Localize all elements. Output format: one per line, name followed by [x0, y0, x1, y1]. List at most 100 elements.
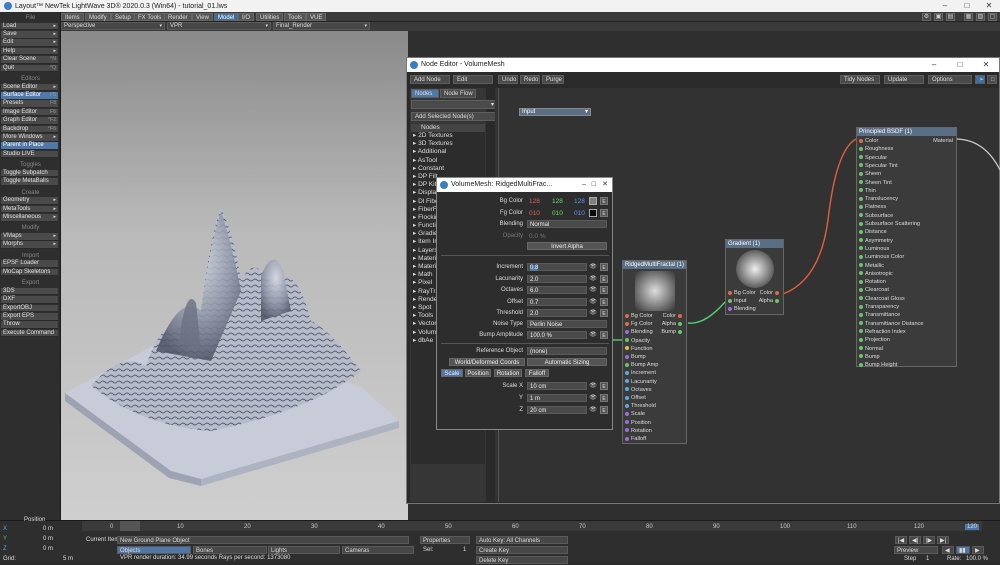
envelope-icon[interactable]: E: [600, 406, 608, 414]
eye-icon[interactable]: 👁: [589, 275, 597, 283]
envelope-icon[interactable]: E: [600, 394, 608, 402]
minimize-icon[interactable]: –: [582, 178, 586, 192]
bump-amplitude-field[interactable]: 100.0 %: [527, 331, 587, 339]
last-frame-icon[interactable]: ▶|: [937, 536, 949, 544]
node-port[interactable]: Metallic: [859, 263, 884, 269]
node-port[interactable]: Translucency: [859, 196, 898, 202]
node-port[interactable]: Increment: [625, 370, 656, 376]
scale-x-field[interactable]: 10 cm: [527, 382, 587, 390]
node-port[interactable]: Color: [663, 313, 684, 319]
node-port[interactable]: Rotation: [859, 279, 886, 285]
node-port[interactable]: Bump: [661, 329, 684, 335]
z-value[interactable]: 0 m: [43, 546, 53, 552]
node-port[interactable]: Scale: [625, 411, 645, 417]
automatic-sizing-button[interactable]: Automatic Sizing: [527, 358, 607, 366]
node-port[interactable]: Threshold: [625, 403, 656, 409]
node-port[interactable]: Refraction Index: [859, 329, 906, 335]
ridged-multifractal-node[interactable]: RidgedMultiFractal (1) Bg Color Fg Color B…: [622, 260, 687, 444]
increment-field[interactable]: 0.8: [527, 263, 587, 271]
y-value[interactable]: 0 m: [43, 536, 53, 542]
current-item-select[interactable]: New Ground Plane Object: [117, 536, 409, 544]
envelope-icon[interactable]: E: [600, 382, 608, 390]
node-port[interactable]: Opacity: [625, 338, 650, 344]
lights-button[interactable]: Lights: [268, 546, 340, 554]
node-port[interactable]: Asymmetry: [859, 238, 893, 244]
node-port[interactable]: Specular: [859, 155, 887, 161]
cameras-button[interactable]: Cameras: [342, 546, 414, 554]
prev-frame-icon[interactable]: ◀|: [909, 536, 921, 544]
fg-color-swatch[interactable]: [589, 209, 597, 217]
node-port[interactable]: Projection: [859, 337, 890, 343]
principled-bsdf-node[interactable]: Principled BSDF (1) Material Color Roughn…: [856, 127, 957, 368]
envelope-icon[interactable]: E: [600, 197, 608, 205]
opacity-value[interactable]: 0.0 %: [529, 233, 546, 240]
objects-button[interactable]: Objects: [117, 546, 191, 554]
tab-falloff[interactable]: Falloff: [525, 369, 549, 377]
tab-scale[interactable]: Scale: [441, 369, 463, 377]
noise-type-select[interactable]: Perlin Noise: [527, 320, 607, 328]
invert-alpha-button[interactable]: Invert Alpha: [527, 242, 607, 250]
node-port[interactable]: Specular Tint: [859, 163, 898, 169]
node-port[interactable]: Clearcoat: [859, 287, 889, 293]
node-port[interactable]: Offset: [625, 395, 646, 401]
envelope-icon[interactable]: E: [600, 331, 608, 339]
step-value[interactable]: 1: [926, 556, 929, 562]
rate-value[interactable]: 100.0 %: [966, 556, 988, 562]
node-port[interactable]: Transmittance: [859, 312, 900, 318]
x-value[interactable]: 0 m: [43, 526, 53, 532]
node-port[interactable]: Input: [728, 298, 746, 304]
lacunarity-field[interactable]: 2.0: [527, 275, 587, 283]
offset-field[interactable]: 0.7: [527, 298, 587, 306]
node-port[interactable]: Position: [625, 420, 651, 426]
node-port[interactable]: Bg Color: [625, 313, 653, 319]
node-port[interactable]: Blending: [728, 306, 756, 312]
envelope-icon[interactable]: E: [600, 298, 608, 306]
node-port[interactable]: Fg Color: [625, 321, 652, 327]
node-port[interactable]: Luminous Color: [859, 254, 904, 260]
node-port[interactable]: Color: [760, 290, 781, 296]
octaves-field[interactable]: 6.0: [527, 286, 587, 294]
eye-icon[interactable]: 👁: [589, 263, 597, 271]
node-port[interactable]: Color: [859, 138, 878, 144]
node-port[interactable]: Bg Color: [728, 290, 756, 296]
bg-color-b[interactable]: 128: [574, 198, 585, 205]
fg-color-g[interactable]: 010: [552, 210, 563, 217]
node-port[interactable]: Normal: [859, 346, 883, 352]
node-port[interactable]: Clearcoat Gloss: [859, 296, 905, 302]
node-port[interactable]: Sheen: [859, 171, 881, 177]
eye-icon[interactable]: 👁: [589, 331, 597, 339]
envelope-icon[interactable]: E: [600, 286, 608, 294]
eye-icon[interactable]: 👁: [589, 309, 597, 317]
node-port[interactable]: Bump Height: [859, 362, 897, 368]
node-port[interactable]: Falloff: [625, 436, 646, 442]
end-frame-value[interactable]: 120: [965, 524, 980, 530]
envelope-icon[interactable]: E: [600, 275, 608, 283]
close-icon[interactable]: ✕: [602, 178, 608, 192]
preview-select[interactable]: Preview: [894, 546, 938, 554]
next-frame-icon[interactable]: |▶: [923, 536, 935, 544]
node-port[interactable]: Function: [625, 346, 652, 352]
create-key-button[interactable]: Create Key: [476, 546, 568, 554]
envelope-icon[interactable]: E: [600, 309, 608, 317]
tab-rotation[interactable]: Rotation: [494, 369, 522, 377]
bg-color-g[interactable]: 128: [552, 198, 563, 205]
threshold-field[interactable]: 2.0: [527, 309, 587, 317]
eye-icon[interactable]: 👁: [589, 406, 597, 414]
node-port[interactable]: Distance: [859, 229, 887, 235]
envelope-icon[interactable]: E: [600, 263, 608, 271]
node-port[interactable]: Luminous: [859, 246, 889, 252]
pause-icon[interactable]: ▮▮: [956, 546, 970, 554]
eye-icon[interactable]: 👁: [589, 382, 597, 390]
fg-color-r[interactable]: 010: [529, 210, 540, 217]
node-port[interactable]: Blending: [625, 329, 653, 335]
blending-select[interactable]: Normal: [527, 220, 607, 228]
node-port[interactable]: Bump: [859, 354, 880, 360]
node-port[interactable]: Alpha: [662, 321, 684, 327]
node-port[interactable]: Flatness: [859, 204, 886, 210]
node-port[interactable]: Rotation: [625, 428, 652, 434]
scale-y-field[interactable]: 1 m: [527, 394, 587, 402]
node-port[interactable]: Thin: [859, 188, 876, 194]
play-icon[interactable]: ▶: [972, 546, 984, 554]
node-port[interactable]: Bump: [625, 354, 646, 360]
eye-icon[interactable]: 👁: [589, 298, 597, 306]
